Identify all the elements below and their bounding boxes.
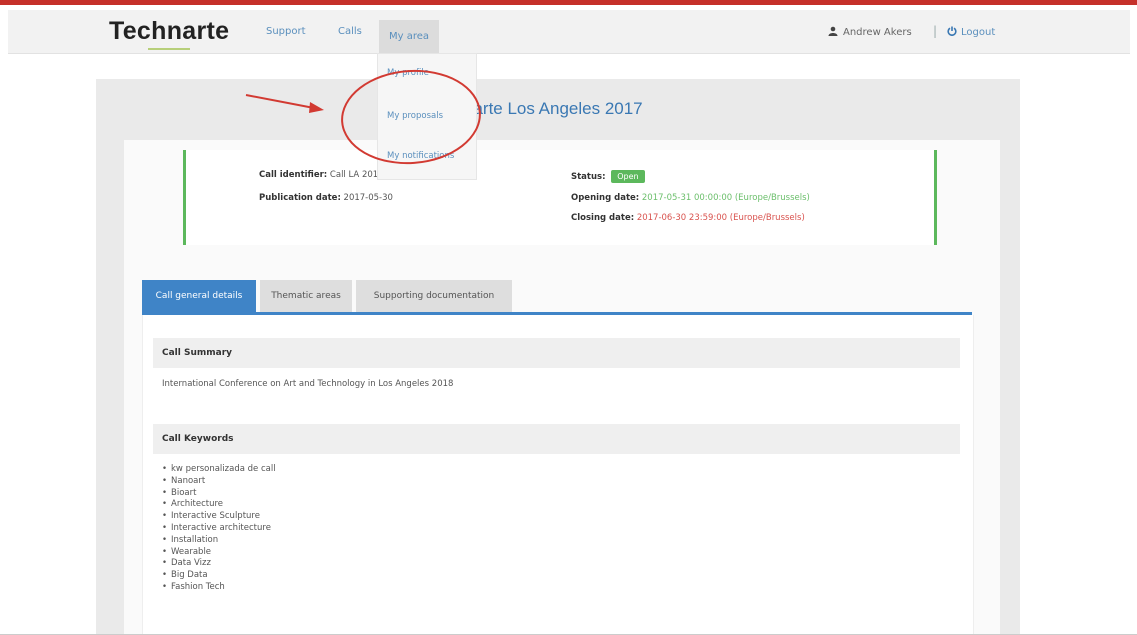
list-item: Nanoart xyxy=(162,476,276,488)
list-item: Interactive architecture xyxy=(162,523,276,535)
call-keywords-heading: Call Keywords xyxy=(153,424,960,454)
list-item: Interactive Sculpture xyxy=(162,511,276,523)
list-item: kw personalizada de call xyxy=(162,464,276,476)
keyword-list: kw personalizada de call Nanoart Bioart … xyxy=(162,464,276,594)
call-summary-heading: Call Summary xyxy=(153,338,960,368)
call-identifier-label: Call identifier: xyxy=(259,170,328,180)
tab-thematic-areas[interactable]: Thematic areas xyxy=(260,280,352,312)
user-menu[interactable]: Andrew Akers xyxy=(828,26,912,38)
list-item: Wearable xyxy=(162,547,276,559)
top-accent-strip xyxy=(0,0,1137,5)
navbar: Technarte Support Calls My area Andrew A… xyxy=(8,10,1130,54)
brand-underline xyxy=(148,48,190,50)
list-item: Big Data xyxy=(162,570,276,582)
opening-date-label: Opening date: xyxy=(571,193,640,203)
nav-support[interactable]: Support xyxy=(266,26,306,37)
closing-date-label: Closing date: xyxy=(571,213,635,223)
user-name: Andrew Akers xyxy=(843,27,912,38)
nav-separator: | xyxy=(933,24,938,38)
status-label: Status: xyxy=(571,172,606,182)
opening-date-value: 2017-05-31 00:00:00 (Europe/Brussels) xyxy=(641,193,810,203)
call-status: Status: Open xyxy=(571,170,645,183)
annotation-arrow-icon xyxy=(245,94,324,113)
nav-my-area[interactable]: My area xyxy=(379,20,440,53)
list-item: Data Vizz xyxy=(162,558,276,570)
list-item: Architecture xyxy=(162,499,276,511)
call-identifier: Call identifier: Call LA 2017 xyxy=(259,170,384,180)
closing-date-value: 2017-06-30 23:59:00 (Europe/Brussels) xyxy=(636,213,805,223)
publication-date: Publication date: 2017-05-30 xyxy=(259,193,393,203)
closing-date: Closing date: 2017-06-30 23:59:00 (Europ… xyxy=(571,213,805,223)
list-item: Fashion Tech xyxy=(162,582,276,594)
power-icon xyxy=(947,26,957,36)
user-icon xyxy=(828,26,838,36)
list-item: Bioart xyxy=(162,488,276,500)
tab-call-general-details[interactable]: Call general details xyxy=(142,280,256,312)
page-title: narte Los Angeles 2017 xyxy=(464,99,643,118)
publication-date-value: 2017-05-30 xyxy=(343,193,393,203)
tab-supporting-documentation[interactable]: Supporting documentation xyxy=(356,280,512,312)
list-item: Installation xyxy=(162,535,276,547)
brand-logo[interactable]: Technarte xyxy=(109,17,229,46)
logout-label: Logout xyxy=(961,27,996,38)
call-summary-text: International Conference on Art and Tech… xyxy=(162,379,454,389)
nav-calls[interactable]: Calls xyxy=(338,26,362,37)
opening-date: Opening date: 2017-05-31 00:00:00 (Europ… xyxy=(571,193,810,203)
call-identifier-value: Call LA 2017 xyxy=(329,170,384,180)
publication-date-label: Publication date: xyxy=(259,193,341,203)
logout-link[interactable]: Logout xyxy=(947,26,995,38)
status-badge: Open xyxy=(611,170,645,183)
